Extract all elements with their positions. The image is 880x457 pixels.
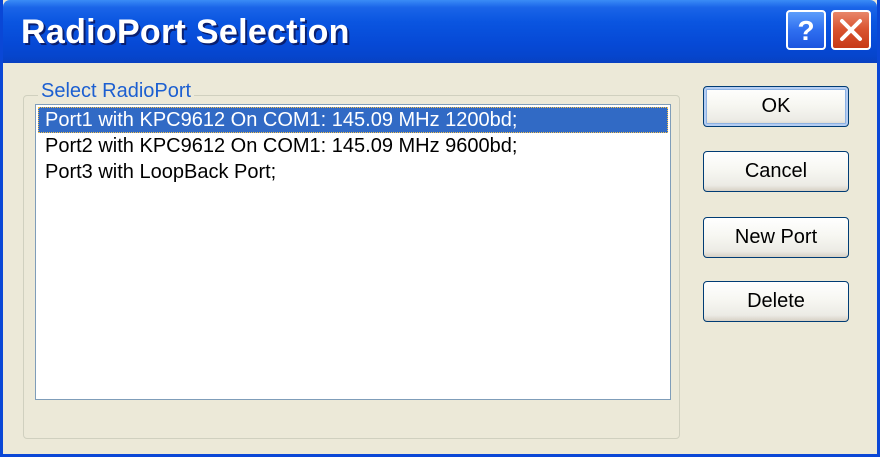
title-bar[interactable]: RadioPort Selection ? (3, 0, 877, 63)
list-item-port2[interactable]: Port2 with KPC9612 On COM1: 145.09 MHz 9… (38, 133, 668, 159)
group-label: Select RadioPort (38, 80, 195, 103)
svg-text:?: ? (797, 15, 814, 46)
window-title: RadioPort Selection (21, 13, 350, 51)
radioport-selection-dialog: RadioPort Selection ? Select RadioPort P… (0, 0, 880, 457)
delete-button[interactable]: Delete (703, 281, 849, 322)
ok-button[interactable]: OK (703, 86, 849, 127)
list-item-port1[interactable]: Port1 with KPC9612 On COM1: 145.09 MHz 1… (38, 107, 668, 133)
help-question-icon: ? (797, 15, 814, 46)
cancel-button[interactable]: Cancel (703, 151, 849, 192)
close-button[interactable] (831, 10, 871, 50)
radioport-listbox[interactable]: Port1 with KPC9612 On COM1: 145.09 MHz 1… (35, 104, 671, 400)
new-port-button[interactable]: New Port (703, 217, 849, 258)
help-button[interactable]: ? (786, 10, 826, 50)
close-x-icon (840, 19, 862, 41)
list-item-port3[interactable]: Port3 with LoopBack Port; (38, 159, 668, 185)
